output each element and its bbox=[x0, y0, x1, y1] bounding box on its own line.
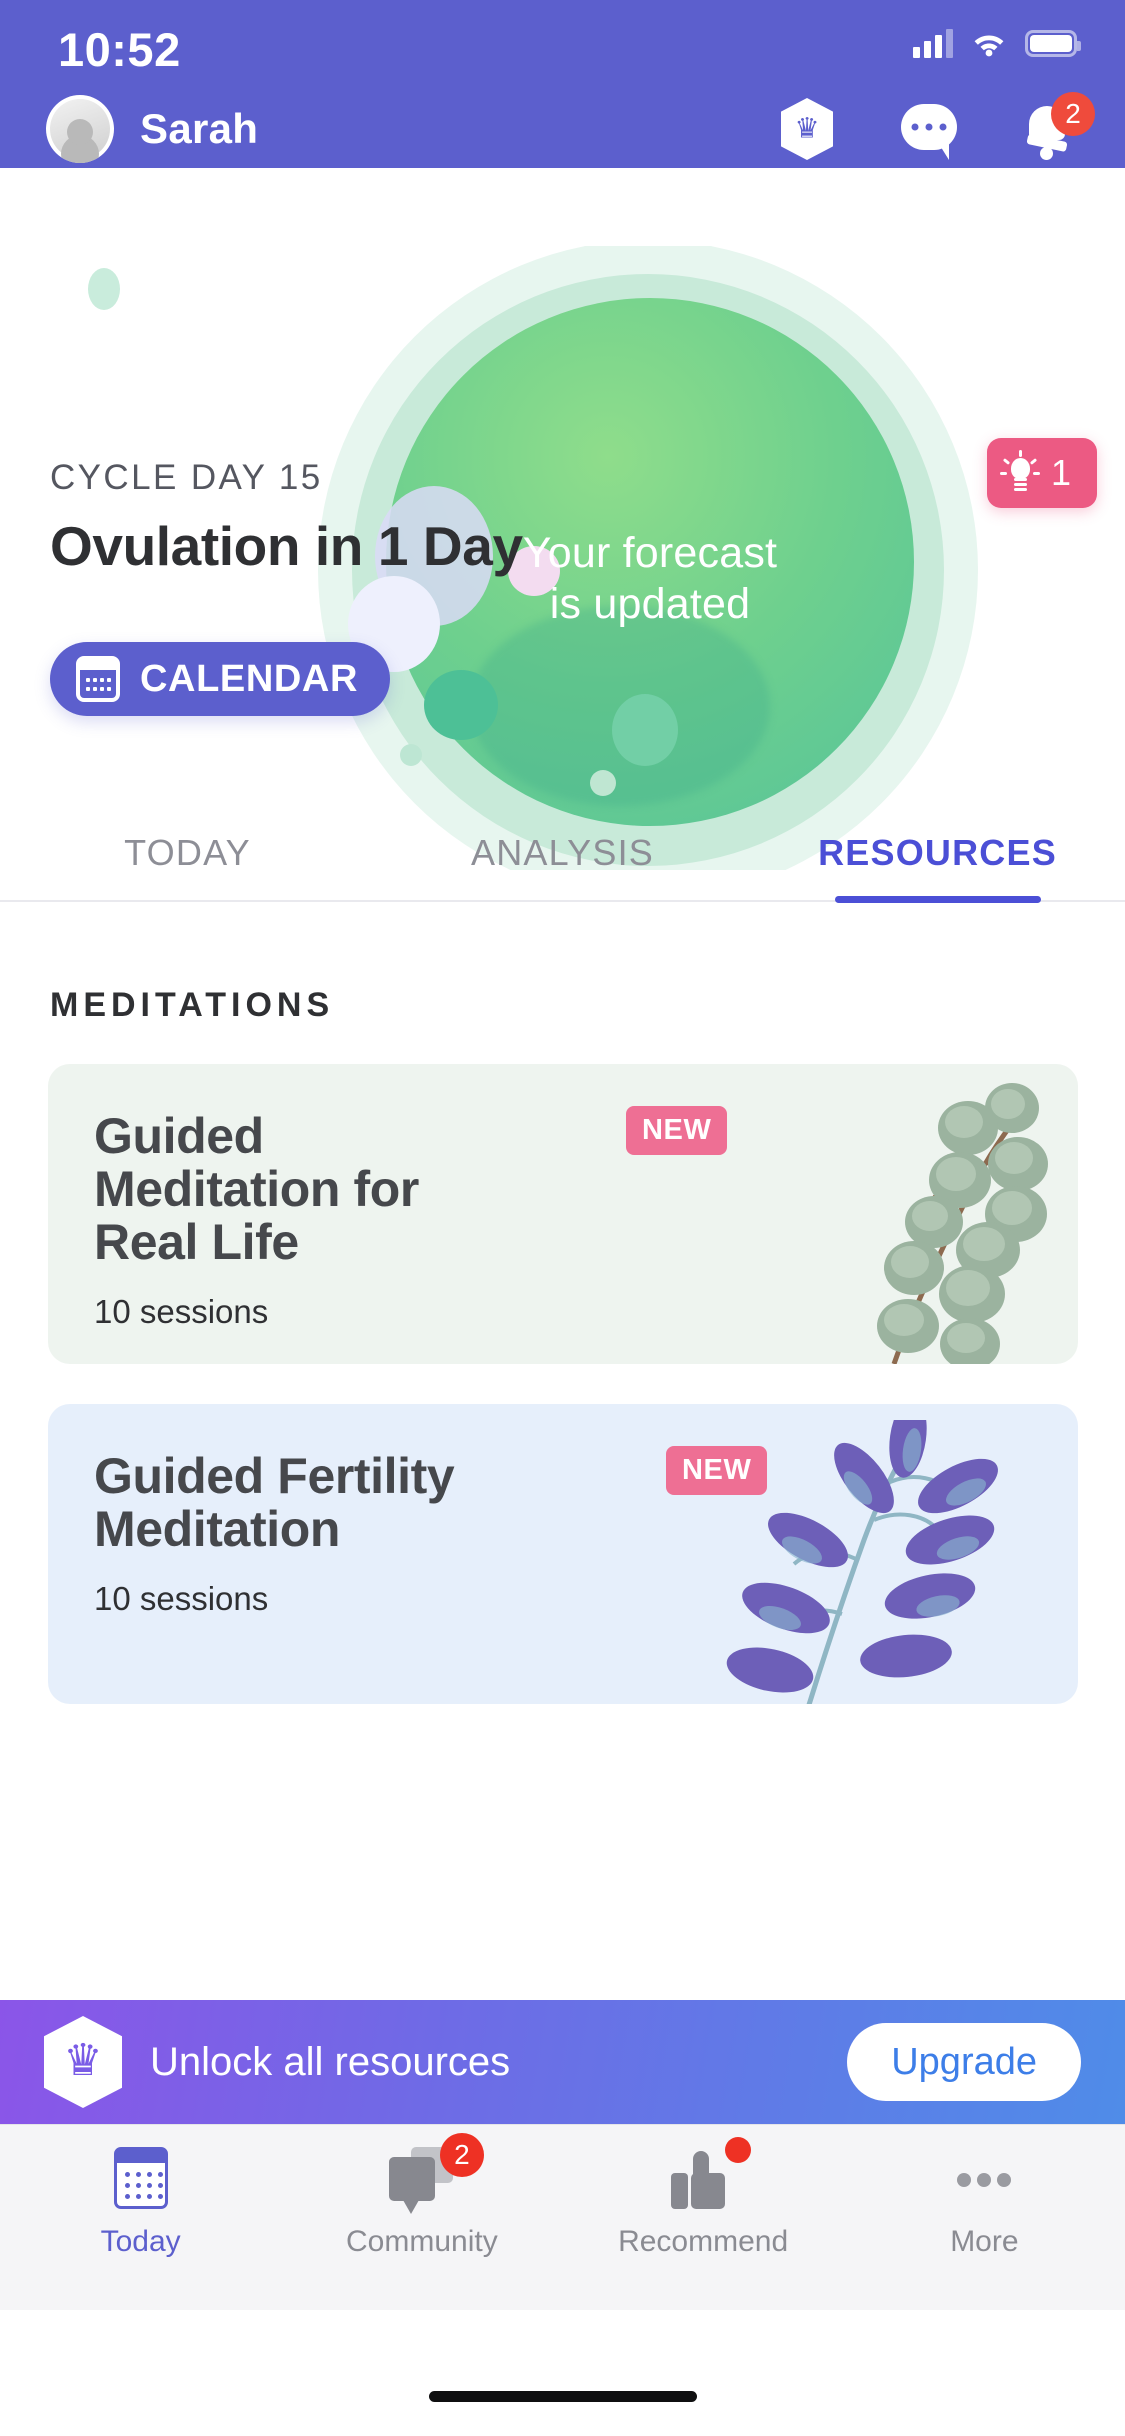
decorative-blob bbox=[424, 670, 498, 740]
premium-crown-button[interactable] bbox=[781, 98, 839, 160]
eucalyptus-branch-illustration bbox=[877, 1083, 1048, 1364]
upgrade-banner[interactable]: Unlock all resources Upgrade bbox=[0, 2000, 1125, 2124]
calendar-icon bbox=[76, 656, 120, 702]
tip-badge[interactable]: 1 bbox=[986, 438, 1097, 508]
section-tabs: TODAY ANALYSIS RESOURCES bbox=[0, 806, 1125, 902]
meditation-card-title-line1: Guided bbox=[94, 1108, 264, 1164]
meditation-card-title-line1: Guided Fertility bbox=[94, 1448, 455, 1504]
status-bar-icons bbox=[913, 28, 1081, 58]
calendar-button-label: CALENDAR bbox=[140, 657, 359, 700]
nav-item-today[interactable]: Today bbox=[0, 2125, 281, 2310]
meditation-card[interactable]: Guided Meditation for Real Life 10 sessi… bbox=[48, 1064, 1078, 1364]
meditation-card-sessions: 10 sessions bbox=[94, 1580, 269, 1617]
nav-item-more[interactable]: More bbox=[844, 2125, 1125, 2310]
decorative-blob bbox=[400, 744, 422, 766]
tab-today[interactable]: TODAY bbox=[0, 805, 375, 901]
community-badge: 2 bbox=[439, 2133, 484, 2177]
lightbulb-icon bbox=[999, 450, 1040, 492]
decorative-blob bbox=[612, 694, 678, 766]
meditation-card-body: Guided Meditation for Real Life 10 sessi… bbox=[94, 1110, 714, 1331]
decorative-blob bbox=[88, 268, 120, 310]
wifi-icon bbox=[974, 35, 1004, 57]
calendar-button[interactable]: CALENDAR bbox=[50, 642, 391, 716]
app-header-row: Sarah 2 bbox=[0, 90, 1125, 168]
chat-bubble-icon bbox=[901, 104, 957, 160]
nav-item-more-label: More bbox=[950, 2225, 1019, 2258]
tab-resources[interactable]: RESOURCES bbox=[750, 805, 1125, 901]
nav-item-recommend-label: Recommend bbox=[618, 2225, 789, 2258]
cycle-day-label: CYCLE DAY 15 bbox=[50, 458, 323, 497]
meditation-card-title-line2: Meditation for bbox=[94, 1161, 419, 1217]
upgrade-button[interactable]: Upgrade bbox=[847, 2023, 1081, 2101]
user-name: Sarah bbox=[140, 105, 259, 152]
meditation-card[interactable]: Guided Fertility Meditation 10 sessions … bbox=[48, 1404, 1078, 1704]
avatar[interactable] bbox=[46, 95, 114, 163]
notifications-button[interactable]: 2 bbox=[1021, 92, 1095, 160]
forecast-line-2: is updated bbox=[549, 579, 751, 628]
recommend-dot-badge bbox=[725, 2137, 752, 2163]
tip-count: 1 bbox=[1050, 452, 1071, 493]
status-badge: NEW bbox=[666, 1446, 768, 1495]
nav-item-today-label: Today bbox=[100, 2225, 181, 2258]
header-actions: 2 bbox=[781, 92, 1095, 160]
home-indicator bbox=[428, 2391, 697, 2402]
crown-icon bbox=[44, 2016, 122, 2108]
section-title-meditations: MEDITATIONS bbox=[50, 986, 335, 1024]
status-badge: NEW bbox=[626, 1106, 728, 1155]
upgrade-banner-text: Unlock all resources bbox=[150, 2039, 511, 2084]
meditation-card-title-line2: Meditation bbox=[94, 1501, 340, 1557]
bottom-navigation: Today 2 Community Recommend More bbox=[0, 2124, 1125, 2310]
nav-item-community-label: Community bbox=[346, 2225, 498, 2258]
ellipsis-icon bbox=[951, 2147, 1017, 2213]
chat-button[interactable] bbox=[901, 98, 959, 160]
signal-icon bbox=[913, 28, 953, 58]
meditation-card-title: Guided Fertility Meditation bbox=[94, 1450, 714, 1556]
meditation-card-title: Guided Meditation for Real Life bbox=[94, 1110, 714, 1269]
calendar-icon bbox=[108, 2147, 174, 2213]
tab-analysis[interactable]: ANALYSIS bbox=[375, 805, 750, 901]
meditation-card-body: Guided Fertility Meditation 10 sessions bbox=[94, 1450, 714, 1618]
page-title: Ovulation in 1 Day bbox=[50, 515, 523, 577]
notifications-badge: 2 bbox=[1051, 92, 1095, 136]
cycle-hero: Your forecast is updated CYCLE DAY 15 Ov… bbox=[0, 246, 1125, 870]
meditation-card-sessions: 10 sessions bbox=[94, 1293, 269, 1330]
nav-item-recommend[interactable]: Recommend bbox=[563, 2125, 844, 2310]
battery-icon bbox=[1025, 29, 1081, 57]
status-bar-time: 10:52 bbox=[58, 23, 181, 76]
nav-item-community[interactable]: 2 Community bbox=[281, 2125, 562, 2310]
crown-icon bbox=[781, 98, 833, 160]
decorative-blob bbox=[590, 770, 616, 796]
meditation-card-title-line3: Real Life bbox=[94, 1214, 299, 1270]
